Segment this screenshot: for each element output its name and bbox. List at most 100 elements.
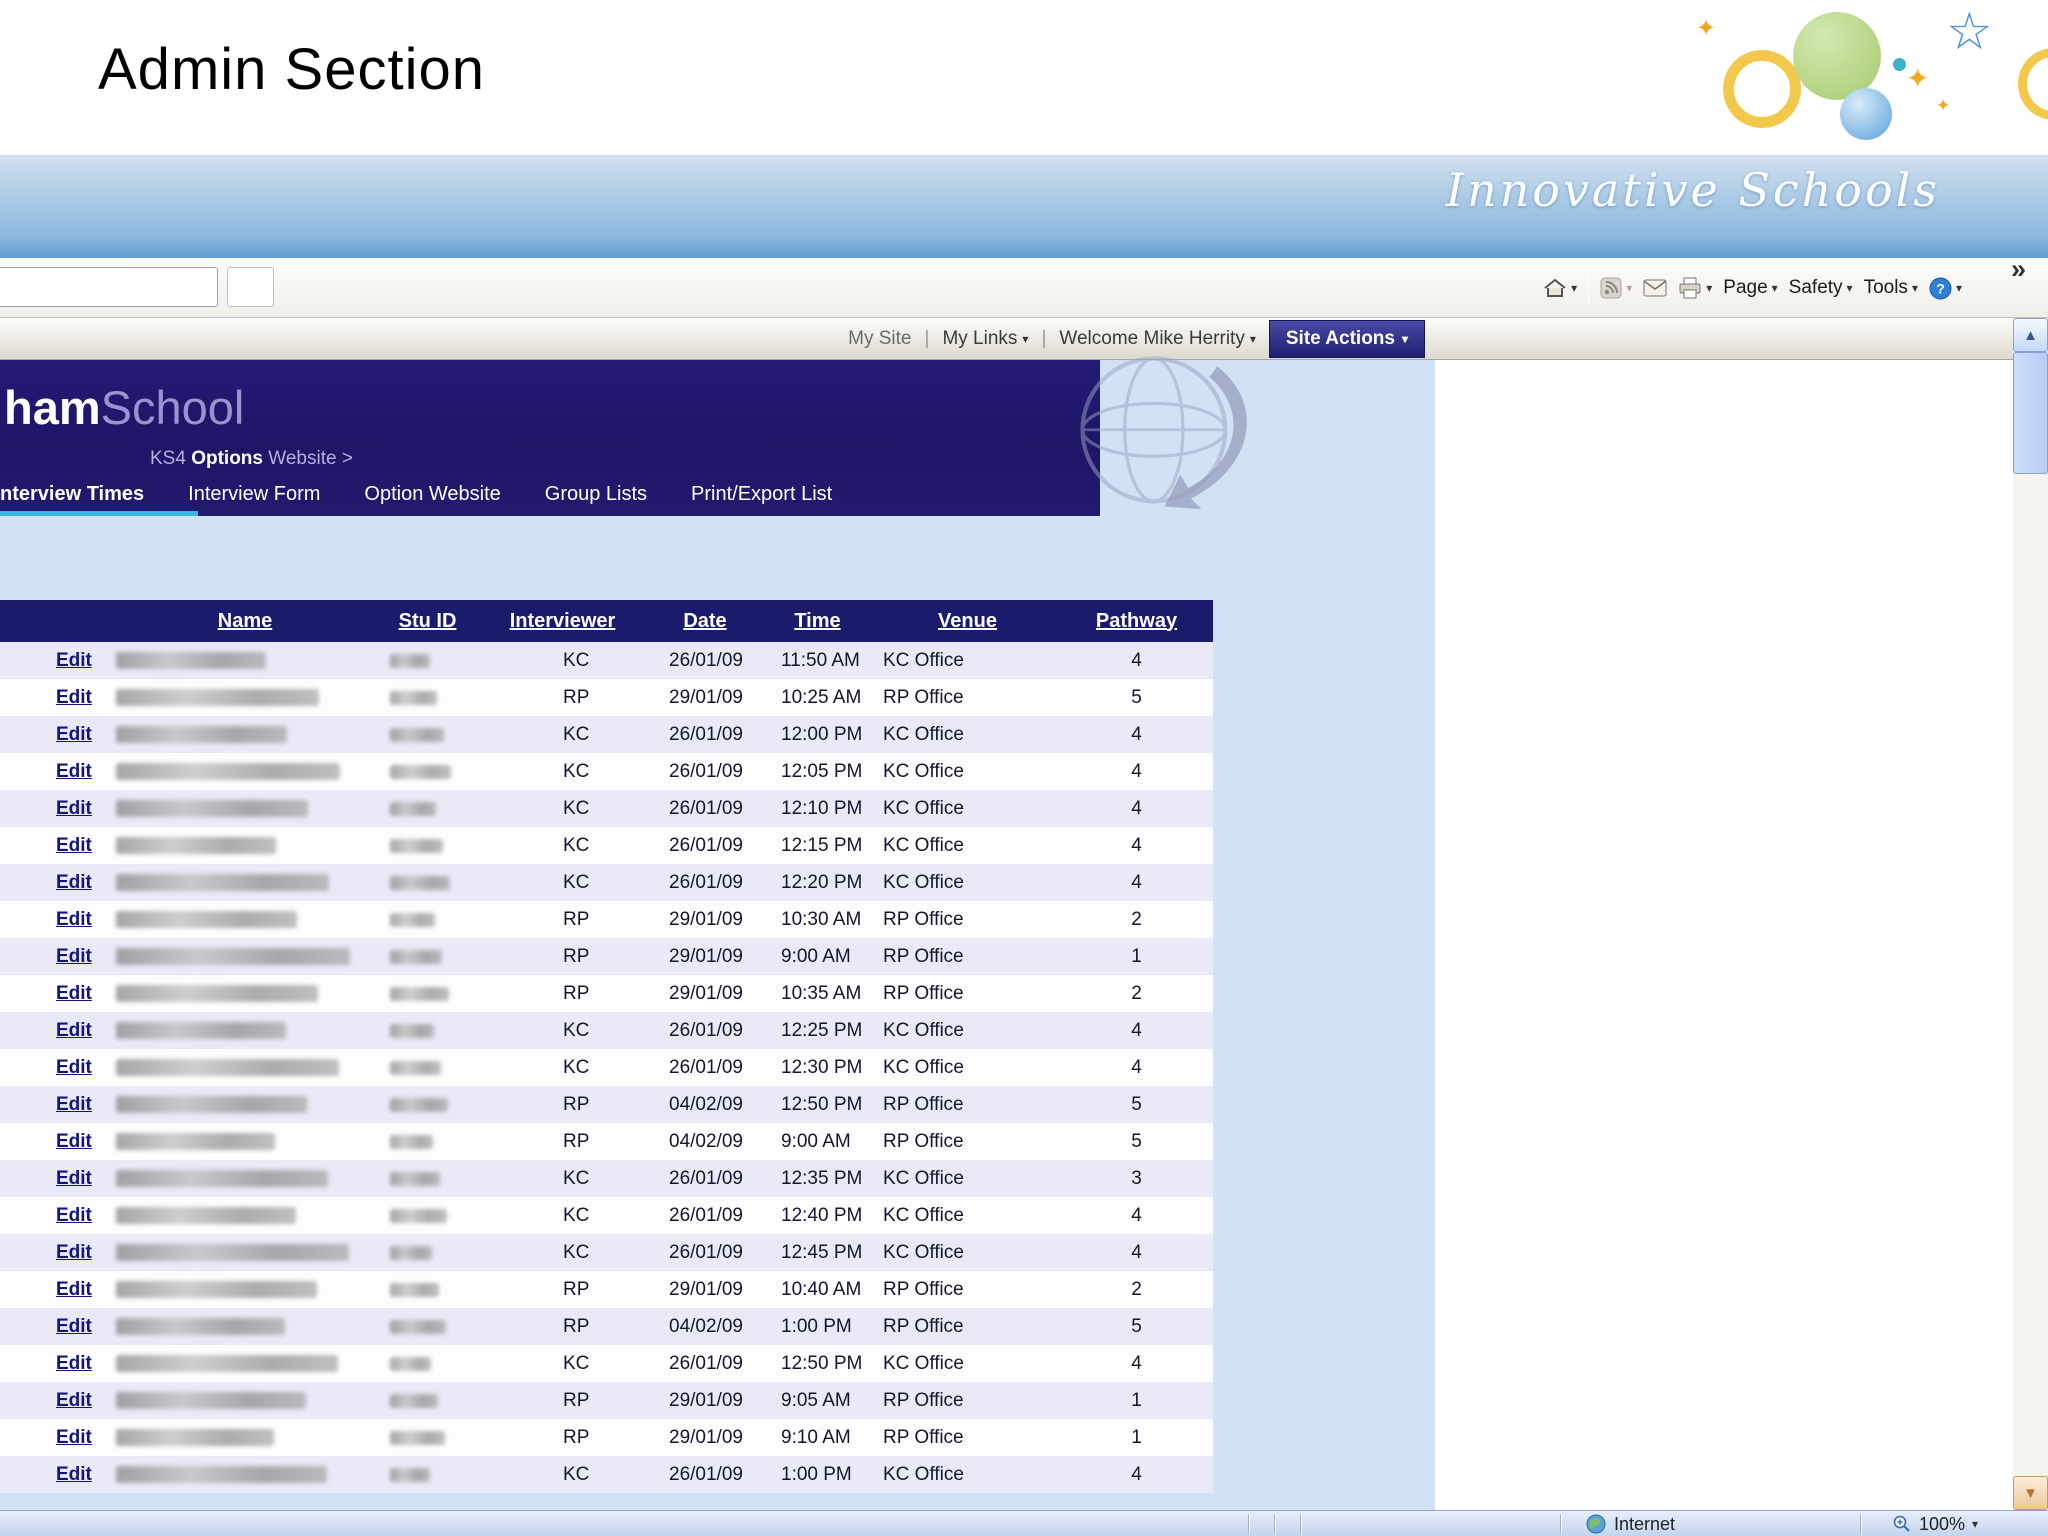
address-bar[interactable]: [0, 267, 218, 307]
home-button[interactable]: ▾: [1543, 277, 1577, 299]
scroll-down-button[interactable]: ▼: [2013, 1476, 2048, 1510]
date-cell: 29/01/09: [669, 982, 743, 1004]
tab-group-lists[interactable]: Group Lists: [545, 483, 647, 506]
edit-link[interactable]: Edit: [0, 872, 110, 894]
pathway-cell: 4: [1131, 1241, 1142, 1263]
interviewer-cell: RP: [563, 908, 590, 930]
my-site-link[interactable]: My Site: [848, 328, 911, 350]
toolbar-divider: [1588, 271, 1590, 305]
edit-link[interactable]: Edit: [0, 1353, 110, 1375]
email-button[interactable]: [1643, 279, 1667, 297]
redacted-stu-id-blur: [390, 1282, 439, 1297]
column-header-pathway[interactable]: Pathway: [1060, 610, 1213, 633]
redacted-name-blur: [116, 837, 276, 854]
magnifier-icon: [1893, 1515, 1910, 1532]
help-button[interactable]: ? ▾: [1929, 277, 1962, 300]
interviewer-cell: KC: [563, 871, 590, 893]
address-button[interactable]: [227, 267, 274, 307]
feeds-button[interactable]: ▾: [1600, 277, 1632, 299]
edit-link[interactable]: Edit: [0, 761, 110, 783]
redacted-name: [110, 726, 380, 743]
redacted-name-blur: [116, 948, 350, 965]
edit-link[interactable]: Edit: [0, 798, 110, 820]
redacted-stu-id: [380, 1430, 475, 1445]
tab-print-export-list[interactable]: Print/Export List: [691, 483, 832, 506]
venue-cell: KC Office: [883, 723, 964, 745]
column-header-stu-id[interactable]: Stu ID: [380, 610, 475, 633]
redacted-name-blur: [116, 763, 340, 780]
interviewer-cell: RP: [563, 686, 590, 708]
tools-menu-label: Tools: [1863, 277, 1908, 298]
redacted-stu-id: [380, 653, 475, 668]
redacted-stu-id: [380, 764, 475, 779]
scroll-up-button[interactable]: ▲: [2013, 318, 2048, 352]
redacted-stu-id: [380, 912, 475, 927]
breadcrumb[interactable]: KS4 Options Website >: [150, 448, 353, 470]
globe-icon: [1586, 1514, 1606, 1534]
redacted-stu-id: [380, 1208, 475, 1223]
tab-option-website[interactable]: Option Website: [364, 483, 500, 506]
edit-link[interactable]: Edit: [0, 1242, 110, 1264]
table-row: Edit KC 26/01/09 12:50 PM KC Office 4: [0, 1345, 1213, 1382]
edit-link[interactable]: Edit: [0, 1464, 110, 1486]
tools-menu-button[interactable]: Tools ▾: [1864, 277, 1918, 299]
table-row: Edit KC 26/01/09 12:35 PM KC Office 3: [0, 1160, 1213, 1197]
table-row: Edit RP 04/02/09 12:50 PM RP Office 5: [0, 1086, 1213, 1123]
date-cell: 29/01/09: [669, 945, 743, 967]
my-links-menu[interactable]: My Links ▾: [942, 328, 1028, 350]
column-header-name[interactable]: Name: [110, 610, 380, 633]
venue-cell: RP Office: [883, 1093, 964, 1115]
venue-cell: KC Office: [883, 1204, 964, 1226]
edit-link[interactable]: Edit: [0, 1205, 110, 1227]
edit-link[interactable]: Edit: [0, 909, 110, 931]
date-cell: 04/02/09: [669, 1093, 743, 1115]
overflow-chevron-icon[interactable]: »: [2011, 254, 2026, 285]
column-header-interviewer[interactable]: Interviewer: [475, 610, 650, 633]
redacted-name: [110, 763, 380, 780]
zoom-control[interactable]: 100% ▾: [1892, 1511, 1978, 1536]
redacted-name: [110, 911, 380, 928]
scrollbar-thumb[interactable]: [2013, 352, 2048, 474]
edit-link[interactable]: Edit: [0, 983, 110, 1005]
redacted-name-blur: [116, 874, 329, 891]
edit-link[interactable]: Edit: [0, 1316, 110, 1338]
edit-link[interactable]: Edit: [0, 1168, 110, 1190]
column-header-venue[interactable]: Venue: [875, 610, 1060, 633]
redacted-name-blur: [116, 1318, 285, 1335]
edit-link[interactable]: Edit: [0, 650, 110, 672]
column-header-time[interactable]: Time: [760, 610, 875, 633]
date-cell: 29/01/09: [669, 908, 743, 930]
print-button[interactable]: ▾: [1678, 277, 1712, 299]
edit-link[interactable]: Edit: [0, 724, 110, 746]
redacted-name-blur: [116, 1059, 339, 1076]
pathway-cell: 4: [1131, 649, 1142, 671]
edit-link[interactable]: Edit: [0, 1279, 110, 1301]
edit-link[interactable]: Edit: [0, 1020, 110, 1042]
svg-text:?: ?: [1936, 280, 1945, 296]
banner-strip: [0, 238, 2048, 258]
time-cell: 12:00 PM: [781, 723, 863, 745]
tab-interview-form[interactable]: Interview Form: [188, 483, 320, 506]
breadcrumb-bold: Options: [191, 448, 263, 469]
edit-link[interactable]: Edit: [0, 1057, 110, 1079]
ring-circle-icon: [1723, 50, 1801, 128]
redacted-name: [110, 1059, 380, 1076]
vertical-scrollbar[interactable]: ▲ ▼: [2013, 318, 2048, 1510]
edit-link[interactable]: Edit: [0, 1427, 110, 1449]
edit-link[interactable]: Edit: [0, 687, 110, 709]
edit-link[interactable]: Edit: [0, 1390, 110, 1412]
interviewer-cell: RP: [563, 1389, 590, 1411]
redacted-stu-id-blur: [390, 838, 443, 853]
tab-nterview-times[interactable]: nterview Times: [0, 483, 144, 506]
date-cell: 26/01/09: [669, 1167, 743, 1189]
page-menu-button[interactable]: Page ▾: [1723, 277, 1777, 299]
column-header-date[interactable]: Date: [650, 610, 760, 633]
venue-cell: KC Office: [883, 649, 964, 671]
edit-link[interactable]: Edit: [0, 1131, 110, 1153]
edit-link[interactable]: Edit: [0, 1094, 110, 1116]
edit-link[interactable]: Edit: [0, 835, 110, 857]
table-header-row: Name Stu ID Interviewer Date Time Venue …: [0, 600, 1213, 642]
edit-link[interactable]: Edit: [0, 946, 110, 968]
redacted-name: [110, 837, 380, 854]
safety-menu-button[interactable]: Safety ▾: [1789, 277, 1853, 299]
